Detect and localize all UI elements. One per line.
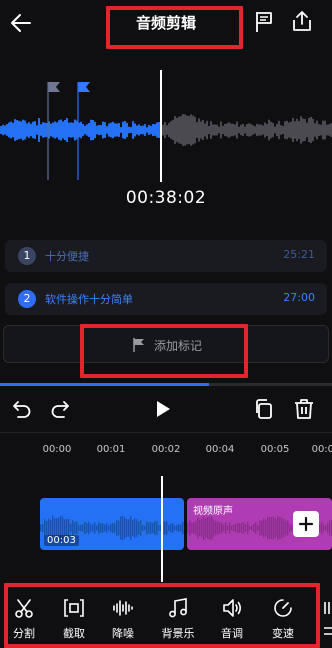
timeline-tick: 00:06: [311, 444, 332, 455]
mark-label: 软件操作十分简单: [45, 293, 133, 306]
playback-progress-bar[interactable]: [0, 383, 332, 386]
timeline-tick: 00:05: [260, 444, 290, 455]
mark-flag-1-icon[interactable]: [46, 80, 64, 180]
clip-name: 视频原声: [193, 506, 233, 517]
title-highlight-box: [106, 6, 243, 49]
plus-icon: [298, 516, 314, 532]
copy-icon[interactable]: [252, 397, 276, 421]
export-icon[interactable]: [290, 9, 314, 33]
timeline-tick: 00:00: [42, 444, 72, 455]
mark-row-1[interactable]: 1 十分便捷 25:21: [5, 240, 327, 272]
redo-icon[interactable]: [48, 397, 72, 421]
mark-time: 25:21: [283, 248, 315, 261]
mark-row-2[interactable]: 2 软件操作十分简单 27:00: [5, 283, 327, 315]
timeline-playhead[interactable]: [161, 476, 163, 582]
add-mark-highlight-box: [80, 324, 248, 378]
timeline-tick: 00:04: [205, 444, 235, 455]
playback-progress-fill: [0, 383, 210, 386]
mark-index-badge: 2: [18, 290, 36, 308]
play-icon[interactable]: [151, 397, 175, 421]
mark-time: 27:00: [283, 291, 315, 304]
mark-flag-2-icon[interactable]: [76, 80, 94, 180]
clip-duration: 00:03: [44, 535, 79, 546]
mark-index-badge: 1: [18, 247, 36, 265]
add-clip-button[interactable]: [293, 511, 319, 537]
mark-label: 十分便捷: [45, 250, 89, 263]
delete-icon[interactable]: [292, 397, 316, 421]
top-bar: 音频剪辑: [0, 0, 332, 49]
timeline-tick: 00:01: [96, 444, 126, 455]
bottom-tools-highlight-box: [4, 583, 320, 648]
waveform-playhead[interactable]: [160, 70, 162, 182]
flag-icon[interactable]: [253, 10, 275, 34]
timeline-tick: 00:02: [151, 444, 181, 455]
current-time: 00:38:02: [125, 188, 207, 208]
toolbar-divider: [0, 432, 332, 433]
more-tools-edge[interactable]: [322, 598, 332, 640]
undo-icon[interactable]: [10, 397, 34, 421]
